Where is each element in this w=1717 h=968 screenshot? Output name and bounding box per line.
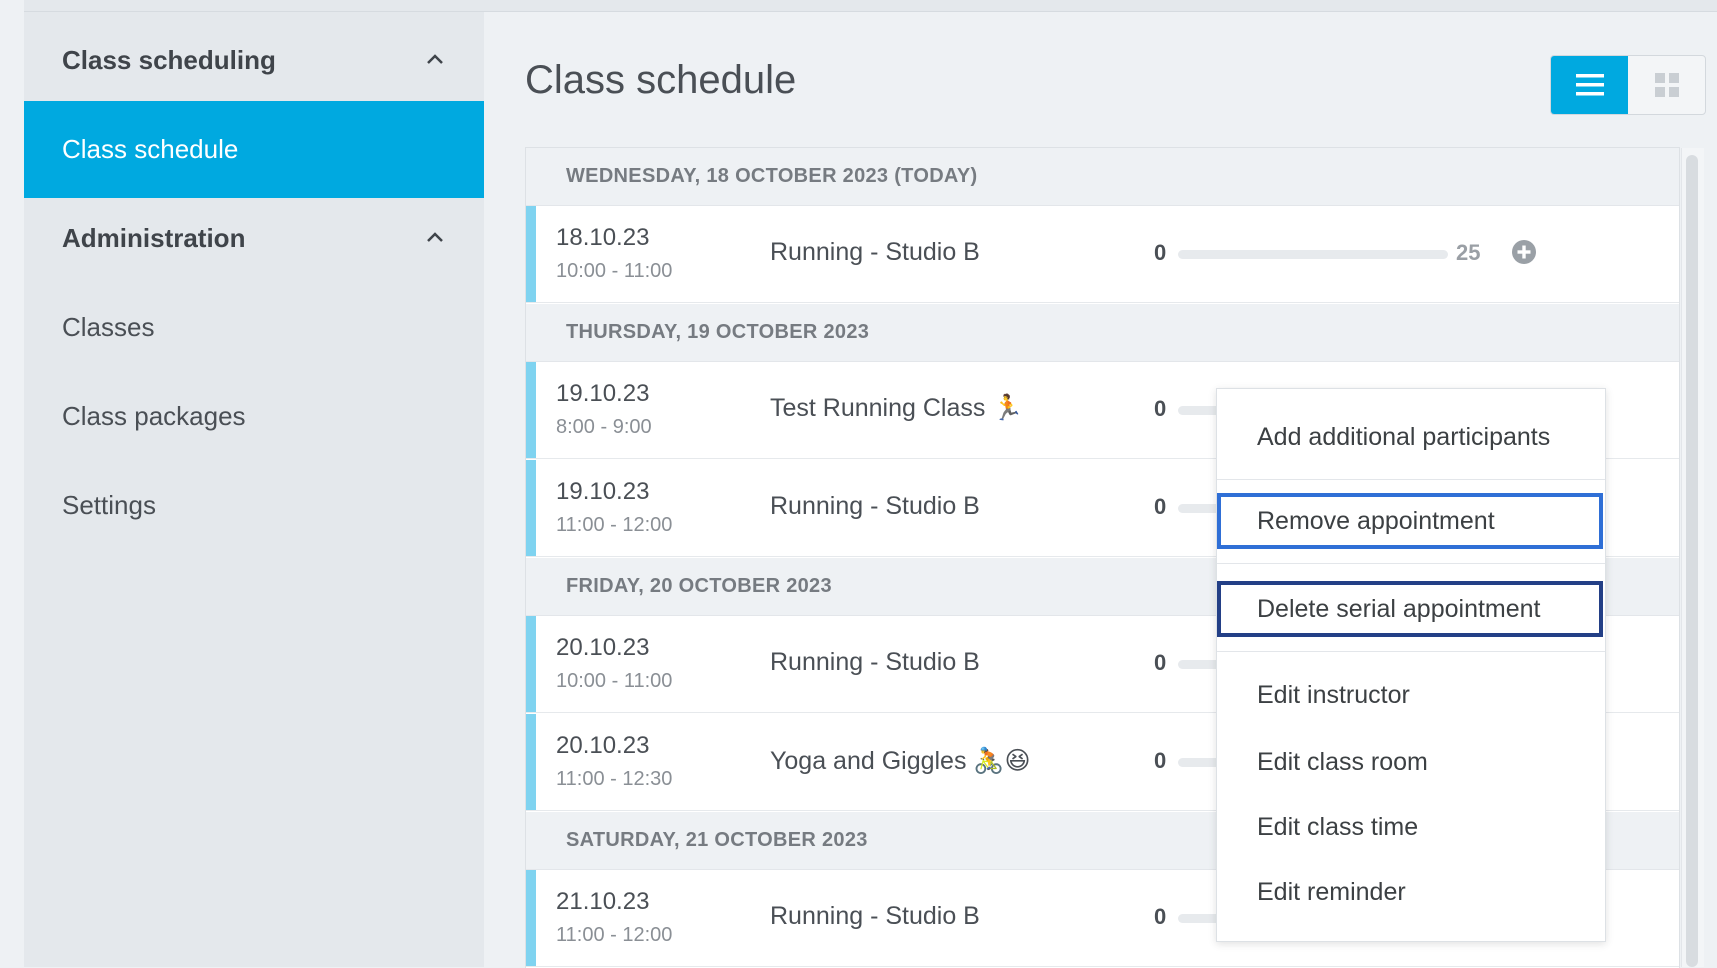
class-name: Yoga and Giggles 🚴😆 — [770, 747, 1031, 775]
class-name: Running - Studio B — [770, 648, 980, 676]
day-header: WEDNESDAY, 18 OCTOBER 2023 (TODAY) — [526, 148, 1679, 206]
class-date: 20.10.23 — [556, 732, 650, 759]
menu-item-edit-instructor[interactable]: Edit instructor — [1217, 667, 1605, 723]
class-date: 20.10.23 — [556, 634, 650, 661]
row-accent-bar — [526, 616, 536, 712]
booked-count: 0 — [1154, 240, 1167, 265]
booked-count: 0 — [1154, 494, 1167, 519]
row-accent-bar — [526, 206, 536, 302]
booked-count: 0 — [1154, 650, 1167, 675]
sidebar-item-class-packages[interactable]: Class packages — [24, 368, 484, 465]
capacity-bar — [1178, 250, 1448, 259]
sidebar: Class scheduling Class schedule Administ… — [24, 12, 484, 967]
booked-count: 0 — [1154, 904, 1167, 929]
list-icon — [1575, 74, 1604, 96]
booked-count: 0 — [1154, 396, 1167, 421]
class-date: 19.10.23 — [556, 478, 650, 505]
sidebar-item-settings[interactable]: Settings — [24, 457, 484, 554]
grid-icon — [1654, 73, 1679, 97]
class-time: 10:00 - 11:00 — [556, 670, 673, 692]
menu-divider — [1217, 479, 1605, 480]
list-view-button[interactable] — [1551, 56, 1628, 114]
chevron-up-icon — [427, 232, 443, 242]
menu-item-add-participants[interactable]: Add additional participants — [1217, 409, 1605, 465]
menu-item-edit-reminder[interactable]: Edit reminder — [1217, 864, 1605, 920]
sidebar-group-label: Administration — [62, 223, 246, 253]
sidebar-group-label: Class scheduling — [62, 45, 276, 75]
capacity-count: 25 — [1456, 240, 1481, 265]
sidebar-item-label: Classes — [62, 312, 155, 342]
class-date: 21.10.23 — [556, 888, 650, 915]
class-date: 18.10.23 — [556, 224, 650, 251]
class-name: Test Running Class 🏃 — [770, 394, 1024, 422]
class-time: 11:00 - 12:00 — [556, 514, 673, 536]
class-name: Running - Studio B — [770, 902, 980, 930]
class-time: 8:00 - 9:00 — [556, 416, 652, 438]
menu-item-edit-class-room[interactable]: Edit class room — [1217, 734, 1605, 790]
context-menu: Add additional participants Remove appoi… — [1216, 388, 1606, 942]
sidebar-item-label: Settings — [62, 490, 156, 520]
row-accent-bar — [526, 714, 536, 810]
row-accent-bar — [526, 870, 536, 966]
sidebar-item-class-schedule[interactable]: Class schedule — [24, 101, 484, 198]
menu-item-edit-class-time[interactable]: Edit class time — [1217, 799, 1605, 855]
class-time: 10:00 - 11:00 — [556, 260, 673, 282]
class-name: Running - Studio B — [770, 492, 980, 520]
menu-item-remove-appointment[interactable]: Remove appointment — [1217, 493, 1603, 549]
grid-view-button[interactable] — [1628, 56, 1705, 114]
plus-circle-icon[interactable] — [1511, 239, 1537, 265]
class-row[interactable]: 18.10.23 10:00 - 11:00 Running - Studio … — [526, 206, 1679, 303]
day-header: THURSDAY, 19 OCTOBER 2023 — [526, 304, 1679, 362]
menu-divider — [1217, 563, 1605, 564]
class-time: 11:00 - 12:00 — [556, 924, 673, 946]
page-title: Class schedule — [525, 58, 797, 102]
chevron-up-icon — [427, 54, 443, 64]
sidebar-group-administration[interactable]: Administration — [24, 190, 484, 287]
sidebar-item-label: Class packages — [62, 401, 246, 431]
class-time: 11:00 - 12:30 — [556, 768, 673, 790]
top-border — [24, 0, 1717, 12]
view-toggle — [1550, 55, 1706, 115]
class-date: 19.10.23 — [556, 380, 650, 407]
class-name: Running - Studio B — [770, 238, 980, 266]
menu-divider — [1217, 651, 1605, 652]
sidebar-item-label: Class schedule — [62, 134, 239, 164]
sidebar-item-classes[interactable]: Classes — [24, 279, 484, 376]
scrollbar-thumb[interactable] — [1686, 155, 1698, 967]
sidebar-group-class-scheduling[interactable]: Class scheduling — [24, 12, 484, 109]
booked-count: 0 — [1154, 748, 1167, 773]
row-accent-bar — [526, 460, 536, 556]
menu-item-delete-serial-appointment[interactable]: Delete serial appointment — [1217, 581, 1603, 637]
row-accent-bar — [526, 362, 536, 458]
